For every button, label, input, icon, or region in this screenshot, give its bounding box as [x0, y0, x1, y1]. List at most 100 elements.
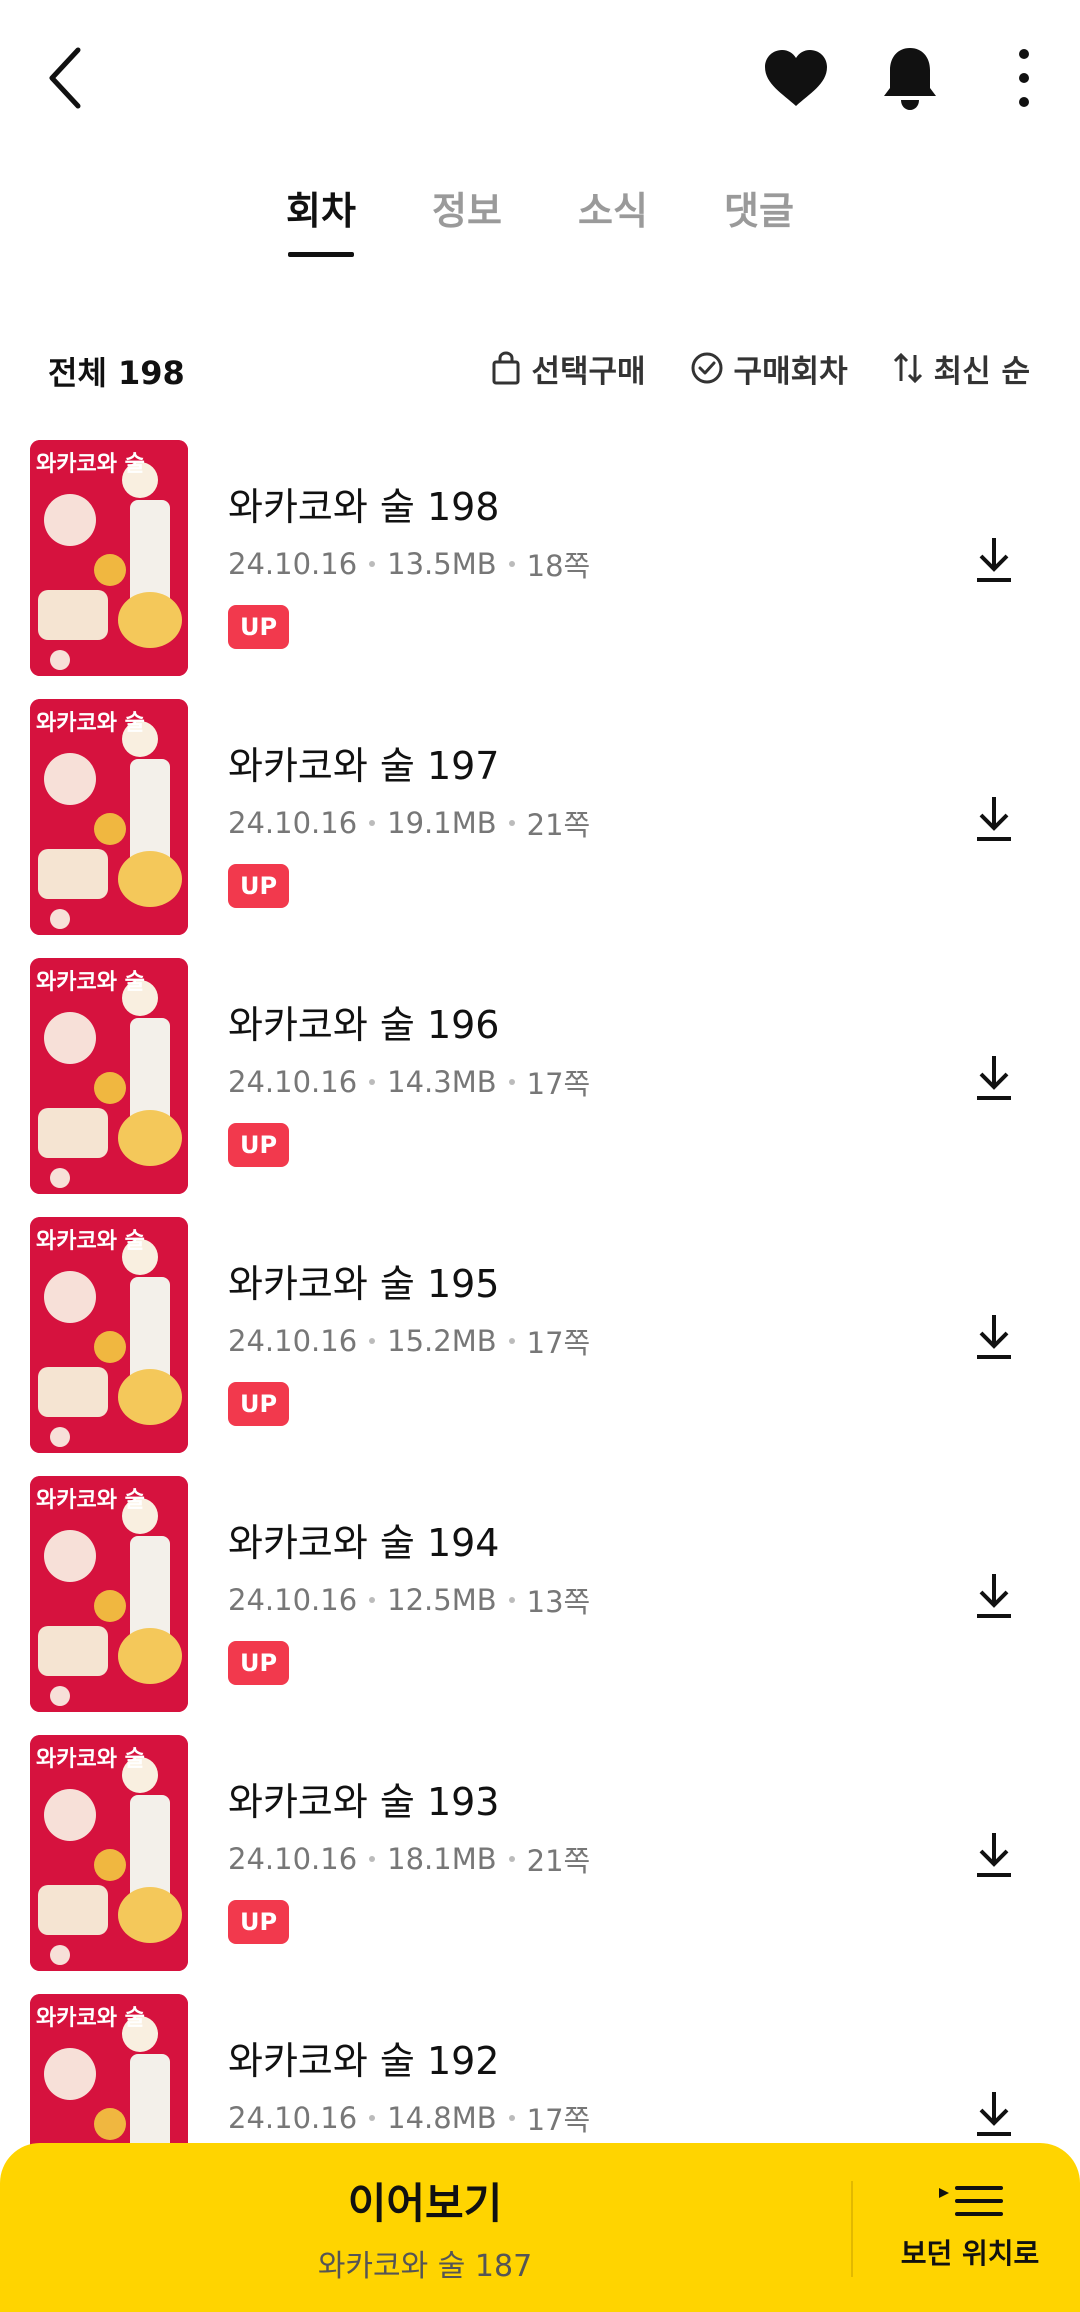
up-badge: UP [228, 1641, 290, 1685]
sort-icon [893, 352, 922, 384]
episode-date: 24.10.16 [228, 806, 358, 840]
cover-title: 와카코와 술 [36, 2006, 145, 2031]
up-badge: UP [228, 864, 290, 908]
favorite-button[interactable] [756, 38, 836, 118]
episode-info: 와카코와 술 192 24.10.16 14.8MB 17쪽 [228, 2030, 590, 2139]
position-label: 보던 위치로 [900, 2236, 1040, 2270]
episode-info: 와카코와 술 197 24.10.16 19.1MB 21쪽 UP [228, 735, 590, 908]
episode-thumbnail: 와카코와 술 [30, 1217, 188, 1453]
episode-meta: 24.10.16 13.5MB 18쪽 [228, 543, 590, 585]
episode-title: 와카코와 술 193 [228, 1780, 500, 1824]
episode-title: 와카코와 술 196 [228, 1003, 500, 1047]
episode-row[interactable]: 와카코와 술 와카코와 술 196 24.10.16 14.3MB 17쪽 UP [0, 958, 1080, 1217]
up-badge: UP [228, 605, 290, 649]
bell-icon [884, 48, 936, 110]
episode-meta: 24.10.16 15.2MB 17쪽 [228, 1320, 590, 1362]
download-button[interactable] [964, 789, 1024, 849]
cover-title: 와카코와 술 [36, 970, 145, 995]
back-button[interactable] [36, 38, 96, 118]
episode-pages: 17쪽 [526, 1067, 591, 1101]
episode-row[interactable]: 와카코와 술 와카코와 술 198 24.10.16 13.5MB 18쪽 UP [0, 440, 1080, 699]
filter-row: 전체 198 선택구매 구매회차 최신 순 [0, 338, 1080, 398]
cover-title: 와카코와 술 [36, 711, 145, 736]
download-button[interactable] [964, 1048, 1024, 1108]
episode-meta: 24.10.16 14.3MB 17쪽 [228, 1061, 590, 1103]
up-badge: UP [228, 1382, 290, 1426]
episode-row[interactable]: 와카코와 술 와카코와 술 197 24.10.16 19.1MB 21쪽 UP [0, 699, 1080, 958]
play-list-icon [939, 2185, 1003, 2216]
episode-pages: 18쪽 [526, 549, 591, 583]
episode-row[interactable]: 와카코와 술 와카코와 술 194 24.10.16 12.5MB 13쪽 UP [0, 1476, 1080, 1735]
bag-icon [492, 351, 520, 385]
episode-size: 18.1MB [387, 1842, 497, 1876]
sort-label: 최신 순 [933, 353, 1030, 390]
episode-thumbnail: 와카코와 술 [30, 1735, 188, 1971]
select-purchase-label: 선택구매 [531, 353, 646, 390]
episode-pages: 21쪽 [526, 1844, 591, 1878]
up-badge: UP [228, 1123, 290, 1167]
download-icon [977, 538, 1011, 582]
download-button[interactable] [964, 1566, 1024, 1626]
heart-icon [765, 50, 827, 106]
cover-title: 와카코와 술 [36, 1747, 145, 1772]
cover-title: 와카코와 술 [36, 1488, 145, 1513]
episode-thumbnail: 와카코와 술 [30, 1476, 188, 1712]
episode-date: 24.10.16 [228, 1842, 358, 1876]
top-bar [0, 0, 1080, 150]
episode-list: 와카코와 술 와카코와 술 198 24.10.16 13.5MB 18쪽 UP [0, 440, 1080, 2253]
download-button[interactable] [964, 2084, 1024, 2144]
episode-title: 와카코와 술 195 [228, 1262, 500, 1306]
download-icon [977, 1574, 1011, 1618]
tab-comments[interactable]: 댓글 [686, 180, 832, 257]
tab-info[interactable]: 정보 [394, 180, 540, 257]
download-icon [977, 1315, 1011, 1359]
episode-size: 14.3MB [387, 1065, 497, 1099]
purchased-label: 구매회차 [733, 353, 848, 390]
episode-meta: 24.10.16 14.8MB 17쪽 [228, 2097, 590, 2139]
check-circle-icon [691, 352, 723, 384]
episode-row[interactable]: 와카코와 술 와카코와 술 193 24.10.16 18.1MB 21쪽 UP [0, 1735, 1080, 1994]
download-button[interactable] [964, 1307, 1024, 1367]
tab-episodes[interactable]: 회차 [248, 180, 394, 257]
episode-title: 와카코와 술 192 [228, 2039, 500, 2083]
episode-info: 와카코와 술 193 24.10.16 18.1MB 21쪽 UP [228, 1771, 590, 1944]
episode-thumbnail: 와카코와 술 [30, 440, 188, 676]
episode-title: 와카코와 술 197 [228, 744, 500, 788]
episode-title: 와카코와 술 194 [228, 1521, 500, 1565]
episode-size: 19.1MB [387, 806, 497, 840]
back-arrow-icon [49, 47, 81, 109]
bottom-divider [851, 2181, 853, 2277]
go-to-position-button[interactable]: 보던 위치로 [860, 2143, 1080, 2312]
download-button[interactable] [964, 530, 1024, 590]
up-badge: UP [228, 1900, 290, 1944]
episode-info: 와카코와 술 195 24.10.16 15.2MB 17쪽 UP [228, 1253, 590, 1426]
tab-news[interactable]: 소식 [540, 180, 686, 257]
episode-info: 와카코와 술 198 24.10.16 13.5MB 18쪽 UP [228, 476, 590, 649]
episode-date: 24.10.16 [228, 1583, 358, 1617]
episode-info: 와카코와 술 196 24.10.16 14.3MB 17쪽 UP [228, 994, 590, 1167]
purchased-filter-button[interactable]: 구매회차 [690, 346, 848, 391]
resume-title: 이어보기 [347, 2179, 503, 2228]
more-button[interactable] [984, 38, 1064, 118]
episode-thumbnail: 와카코와 술 [30, 958, 188, 1194]
episode-meta: 24.10.16 19.1MB 21쪽 [228, 802, 590, 844]
episode-size: 14.8MB [387, 2101, 497, 2135]
total-count: 전체 198 [48, 354, 185, 392]
notification-button[interactable] [870, 38, 950, 118]
download-icon [977, 2092, 1011, 2136]
top-actions [756, 38, 1080, 118]
episode-date: 24.10.16 [228, 2101, 358, 2135]
resume-button[interactable]: 이어보기 와카코와 술 187 [0, 2143, 850, 2312]
episode-row[interactable]: 와카코와 술 와카코와 술 195 24.10.16 15.2MB 17쪽 UP [0, 1217, 1080, 1476]
sort-button[interactable]: 최신 순 [892, 346, 1030, 391]
episode-date: 24.10.16 [228, 547, 358, 581]
episode-pages: 17쪽 [526, 2103, 591, 2137]
episode-date: 24.10.16 [228, 1324, 358, 1358]
download-icon [977, 1056, 1011, 1100]
download-button[interactable] [964, 1825, 1024, 1885]
select-purchase-button[interactable]: 선택구매 [491, 346, 646, 391]
download-icon [977, 1833, 1011, 1877]
resume-episode: 와카코와 술 187 [317, 2249, 533, 2284]
episode-size: 13.5MB [387, 547, 497, 581]
episode-pages: 17쪽 [526, 1326, 591, 1360]
